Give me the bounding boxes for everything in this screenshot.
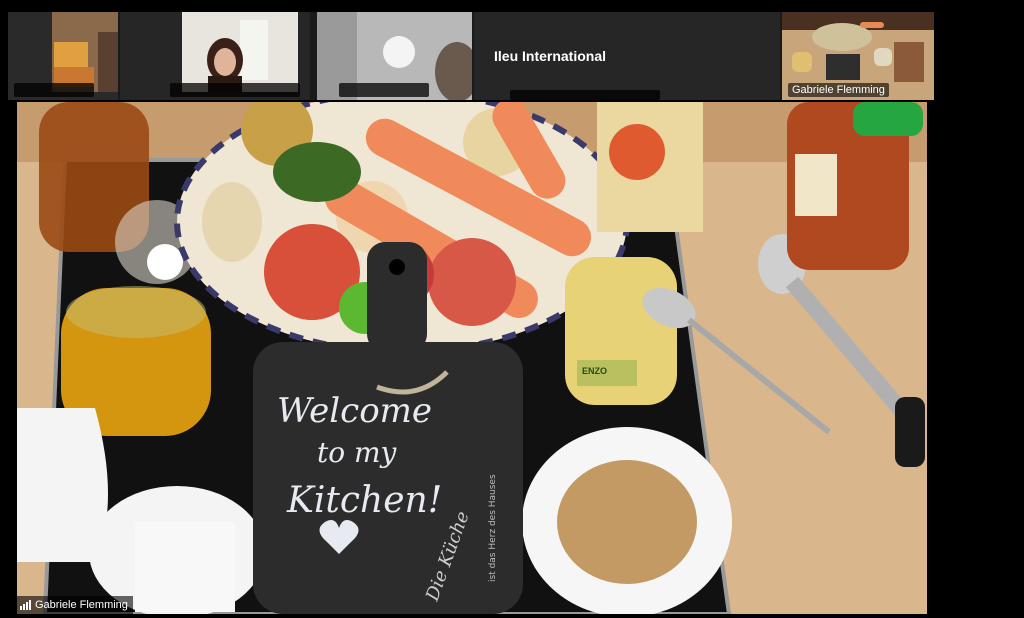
active-speaker-tile[interactable]: Gabriele Flemming (782, 12, 934, 100)
redacted-name-bar (339, 83, 429, 97)
participant-name-label: Gabriele Flemming (788, 83, 889, 97)
participant-title: Ileu International (494, 48, 607, 64)
apple (428, 238, 516, 326)
speaker-name-label: Gabriele Flemming (17, 596, 133, 614)
participant-video-tile[interactable] (120, 12, 310, 100)
main-video[interactable]: Welcome to my Kitchen! Die Küche ist das… (17, 102, 927, 614)
chalkboard-tagline: ist das Herz des Hauses (488, 474, 498, 582)
chalkboard (253, 342, 523, 614)
connection-signal-icon (20, 600, 31, 610)
redacted-name-bar (14, 83, 94, 97)
chalkboard-line3: Kitchen! (286, 480, 442, 521)
chalkboard-line2: to my (317, 436, 398, 469)
redacted-name-bar (170, 83, 300, 97)
participant-video-tile[interactable] (317, 12, 472, 100)
chalkboard-line1: Welcome (277, 391, 432, 431)
participant-video-tile[interactable] (8, 12, 118, 100)
participant-name-tile[interactable]: Ileu International (474, 12, 780, 100)
kitchen-scene: Welcome to my Kitchen! Die Küche ist das… (17, 102, 927, 614)
redacted-name-bar (510, 90, 660, 100)
speaker-name: Gabriele Flemming (35, 599, 128, 611)
gallery-strip: Ileu International Gabriele Flemming (8, 12, 934, 100)
jar-label: ENZO (582, 366, 607, 376)
